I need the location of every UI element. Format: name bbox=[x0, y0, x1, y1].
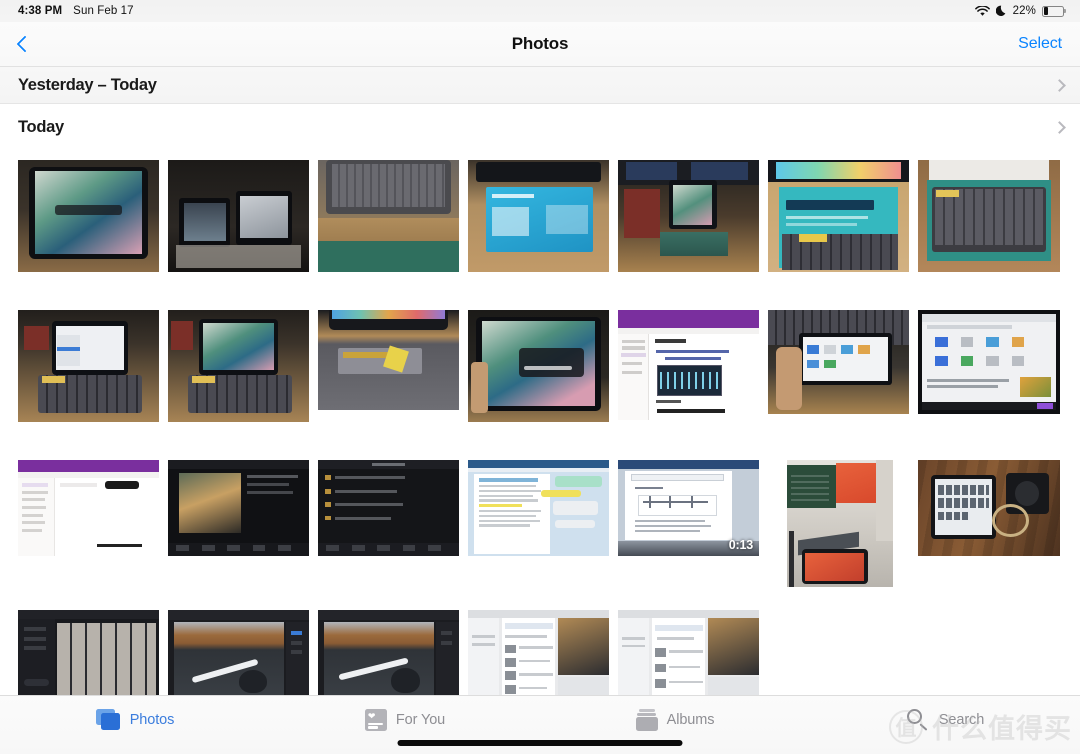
chevron-left-icon bbox=[17, 36, 34, 53]
photo-image bbox=[618, 610, 759, 695]
photo-thumbnail[interactable] bbox=[318, 310, 459, 410]
status-time: 4:38 PM bbox=[18, 5, 62, 17]
photo-image bbox=[918, 310, 1060, 414]
photo-thumbnail[interactable] bbox=[918, 160, 1060, 272]
status-bar-right: 22% bbox=[975, 5, 1066, 17]
photo-thumbnail[interactable] bbox=[18, 160, 159, 272]
navigation-bar: Photos Select bbox=[0, 22, 1080, 67]
photo-image bbox=[768, 160, 909, 272]
section-title: Today bbox=[18, 118, 64, 137]
photo-thumbnail[interactable] bbox=[768, 160, 909, 272]
photo-thumbnail[interactable] bbox=[787, 460, 893, 587]
photo-thumbnail[interactable] bbox=[468, 160, 609, 272]
photo-thumbnail[interactable] bbox=[318, 610, 459, 695]
photo-grid: 0:13 bbox=[0, 150, 1080, 695]
photo-image bbox=[468, 610, 609, 695]
tab-label-search: Search bbox=[939, 712, 984, 728]
tab-label-for-you: For You bbox=[396, 712, 445, 728]
status-date: Sun Feb 17 bbox=[73, 5, 133, 17]
photo-image bbox=[918, 160, 1060, 272]
photo-thumbnail[interactable] bbox=[318, 460, 459, 556]
video-thumbnail[interactable]: 0:13 bbox=[618, 460, 759, 556]
photo-thumbnail[interactable] bbox=[618, 610, 759, 695]
photos-icon bbox=[96, 709, 121, 731]
albums-icon bbox=[636, 709, 658, 731]
photo-thumbnail[interactable] bbox=[168, 310, 309, 422]
tab-label-albums: Albums bbox=[667, 712, 715, 728]
photo-image bbox=[18, 460, 159, 556]
photo-image bbox=[318, 610, 459, 695]
photo-thumbnail[interactable] bbox=[918, 310, 1060, 414]
tab-bar: Photos ❤ For You Albums Search bbox=[0, 695, 1080, 754]
photo-image bbox=[918, 460, 1060, 556]
photo-thumbnail[interactable] bbox=[468, 460, 609, 556]
photo-image bbox=[318, 160, 459, 272]
chevron-right-icon bbox=[1053, 79, 1066, 92]
section-header-yesterday-today[interactable]: Yesterday – Today bbox=[0, 67, 1080, 104]
photo-image bbox=[318, 310, 459, 410]
tab-label-photos: Photos bbox=[130, 712, 175, 728]
photo-image bbox=[168, 610, 309, 695]
photos-app-screen: 4:38 PM Sun Feb 17 22% bbox=[0, 0, 1080, 754]
photo-thumbnail[interactable] bbox=[918, 460, 1060, 556]
page-title: Photos bbox=[512, 34, 568, 54]
status-bar: 4:38 PM Sun Feb 17 22% bbox=[0, 0, 1080, 22]
section-title: Yesterday – Today bbox=[18, 76, 157, 95]
photo-thumbnail[interactable] bbox=[18, 460, 159, 556]
photo-image bbox=[18, 310, 159, 422]
photo-thumbnail[interactable] bbox=[768, 310, 909, 414]
search-icon bbox=[906, 708, 930, 732]
for-you-icon: ❤ bbox=[365, 709, 387, 731]
section-header-today[interactable]: Today bbox=[0, 104, 1080, 150]
photo-image bbox=[768, 310, 909, 414]
chevron-right-icon bbox=[1053, 121, 1066, 134]
wifi-icon bbox=[975, 6, 990, 17]
video-duration-badge: 0:13 bbox=[729, 538, 753, 552]
battery-icon bbox=[1042, 6, 1066, 17]
status-bar-left: 4:38 PM Sun Feb 17 bbox=[18, 5, 134, 17]
photo-image bbox=[318, 460, 459, 556]
photo-thumbnail[interactable] bbox=[168, 610, 309, 695]
photo-image bbox=[168, 160, 309, 272]
tab-for-you[interactable]: ❤ For You bbox=[270, 705, 540, 735]
photo-thumbnail[interactable] bbox=[468, 610, 609, 695]
photo-image bbox=[468, 460, 609, 556]
photo-image bbox=[618, 160, 759, 272]
photo-thumbnail[interactable] bbox=[318, 160, 459, 272]
photo-thumbnail[interactable] bbox=[468, 310, 609, 422]
select-button[interactable]: Select bbox=[1018, 35, 1062, 53]
photo-image bbox=[18, 160, 159, 272]
home-indicator[interactable] bbox=[398, 740, 683, 746]
photo-image bbox=[468, 310, 609, 422]
photo-image bbox=[618, 310, 759, 420]
tab-photos[interactable]: Photos bbox=[0, 705, 270, 735]
photo-thumbnail[interactable] bbox=[168, 160, 309, 272]
photo-thumbnail[interactable] bbox=[618, 310, 759, 420]
photo-thumbnail[interactable] bbox=[618, 160, 759, 272]
tab-search[interactable]: Search bbox=[810, 705, 1080, 735]
photo-thumbnail[interactable] bbox=[168, 460, 309, 556]
photo-image bbox=[168, 460, 309, 556]
back-button[interactable] bbox=[8, 27, 42, 61]
photo-thumbnail[interactable] bbox=[18, 310, 159, 422]
photo-image bbox=[18, 610, 159, 695]
do-not-disturb-moon-icon bbox=[996, 5, 1007, 17]
photo-image bbox=[168, 310, 309, 422]
tab-albums[interactable]: Albums bbox=[540, 705, 810, 735]
photo-image bbox=[787, 460, 893, 587]
photo-image bbox=[468, 160, 609, 272]
battery-percent: 22% bbox=[1013, 5, 1036, 17]
photo-thumbnail[interactable] bbox=[18, 610, 159, 695]
